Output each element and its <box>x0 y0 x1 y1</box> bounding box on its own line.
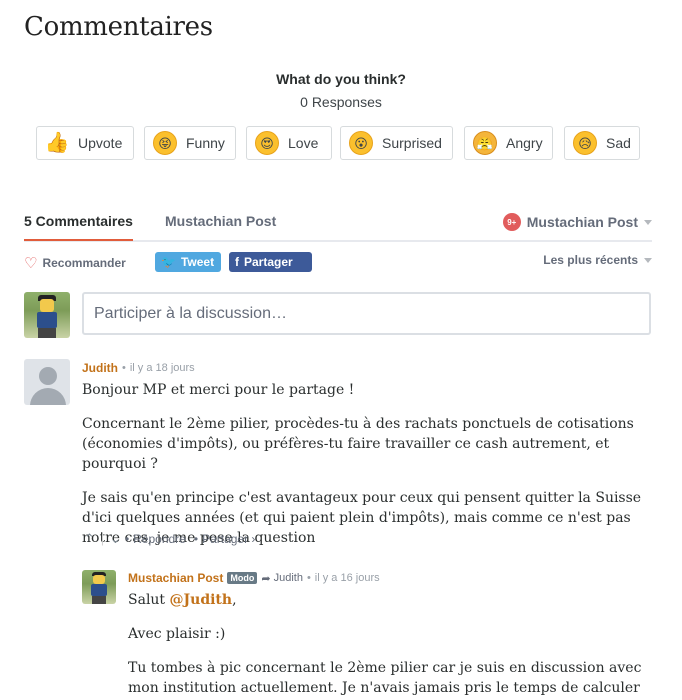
reaction-label: Upvote <box>78 135 123 151</box>
separator-dot: • <box>193 532 199 546</box>
upvote-icon[interactable]: ⌃ <box>84 531 95 547</box>
sort-dropdown[interactable]: Les plus récents <box>543 253 652 267</box>
reaction-label: Funny <box>186 135 225 151</box>
comment-body: Bonjour MP et merci pour le partage ! Co… <box>82 380 652 548</box>
reaction-label: Surprised <box>382 135 442 151</box>
comment-paragraph: Concernant le 2ème pilier, procèdes-tu à… <box>82 416 634 472</box>
reaction-funny-button[interactable]: 😝 Funny <box>144 126 236 160</box>
chevron-down-icon <box>644 219 652 225</box>
divider: | <box>100 532 105 546</box>
twitter-bird-icon: 🐦 <box>161 255 176 269</box>
reply-to-author: Judith <box>273 572 303 584</box>
sad-face-icon: 😥 <box>573 131 597 155</box>
thread-actions: ♡ Recommander 🐦 Tweet f Partager Les plu… <box>24 252 652 274</box>
reaction-label: Angry <box>506 135 543 151</box>
comment-author[interactable]: Mustachian Post <box>128 571 223 585</box>
reaction-upvote-button[interactable]: 👍 Upvote <box>36 126 134 160</box>
recommend-label: Recommander <box>42 256 126 270</box>
reply-button[interactable]: Répondre <box>133 532 186 546</box>
separator-dot: • <box>306 572 311 584</box>
comment-paragraph: Tu tombes à pic concernant le 2ème pilie… <box>128 660 642 696</box>
reply-arrow-icon: ➦ <box>261 572 271 585</box>
reaction-love-button[interactable]: 😍 Love <box>246 126 332 160</box>
tweet-button[interactable]: 🐦 Tweet <box>155 252 221 272</box>
reply-body: Salut @Judith, Avec plaisir :) Tu tombes… <box>128 590 648 700</box>
reaction-sad-button[interactable]: 😥 Sad <box>564 126 640 160</box>
comment-input[interactable]: Participer à la discussion… <box>82 292 651 335</box>
reactions-count: 0 Responses <box>300 94 382 110</box>
facebook-icon: f <box>235 255 239 269</box>
surprised-face-icon: 😮 <box>349 131 373 155</box>
comment-paragraph: Avec plaisir :) <box>128 626 226 642</box>
comment-tabs: 5 Commentaires Mustachian Post 9+ Mustac… <box>24 204 652 242</box>
greeting-end: , <box>232 592 237 608</box>
comment-actions: ⌃ | ⌄ • Répondre • Partager › <box>84 531 255 547</box>
page-title: Commentaires <box>24 12 213 42</box>
chevron-down-icon <box>644 257 652 263</box>
comment-author[interactable]: Judith <box>82 361 118 375</box>
tab-community[interactable]: Mustachian Post <box>165 213 276 229</box>
reply-to-link[interactable]: ➦ Judith <box>261 572 303 585</box>
share-link[interactable]: Partager › <box>202 532 255 546</box>
comment-paragraph: Bonjour MP et merci pour le partage ! <box>82 382 355 398</box>
laughing-face-icon: 😝 <box>153 131 177 155</box>
comment-timestamp[interactable]: il y a 18 jours <box>130 362 195 374</box>
facebook-share-button[interactable]: f Partager <box>229 252 312 272</box>
reply-meta: Mustachian Post Modo ➦ Judith • il y a 1… <box>128 571 380 585</box>
downvote-icon[interactable]: ⌄ <box>110 531 121 547</box>
avatar[interactable] <box>24 292 70 338</box>
reaction-label: Sad <box>606 135 631 151</box>
reaction-angry-button[interactable]: 😤 Angry <box>464 126 553 160</box>
tweet-label: Tweet <box>180 255 215 269</box>
avatar[interactable] <box>24 359 70 405</box>
user-menu-label: Mustachian Post <box>526 214 638 230</box>
heart-icon: ♡ <box>24 255 38 272</box>
moderator-badge: Modo <box>227 572 258 584</box>
notification-badge[interactable]: 9+ <box>502 213 521 231</box>
user-menu[interactable]: 9+ Mustachian Post <box>502 213 652 231</box>
reaction-label: Love <box>288 135 319 151</box>
reactions-title: What do you think? <box>276 71 406 87</box>
separator-dot: • <box>124 532 130 546</box>
avatar[interactable] <box>82 570 116 604</box>
comment-timestamp[interactable]: il y a 16 jours <box>315 572 380 584</box>
heart-eyes-icon: 😍 <box>255 131 279 155</box>
comment-meta: Judith • il y a 18 jours <box>82 361 195 375</box>
share-label: Partager <box>244 255 293 269</box>
thumbs-up-icon: 👍 <box>44 132 70 154</box>
tab-comments[interactable]: 5 Commentaires <box>24 213 133 241</box>
mention-link[interactable]: @Judith <box>170 592 233 608</box>
separator-dot: • <box>122 362 126 374</box>
greeting: Salut <box>128 592 170 608</box>
angry-face-icon: 😤 <box>473 131 497 155</box>
recommend-button[interactable]: ♡ Recommander <box>24 254 126 272</box>
reaction-surprised-button[interactable]: 😮 Surprised <box>340 126 453 160</box>
sort-label: Les plus récents <box>543 253 638 267</box>
comment-paragraph: Salut @Judith, <box>128 590 648 610</box>
